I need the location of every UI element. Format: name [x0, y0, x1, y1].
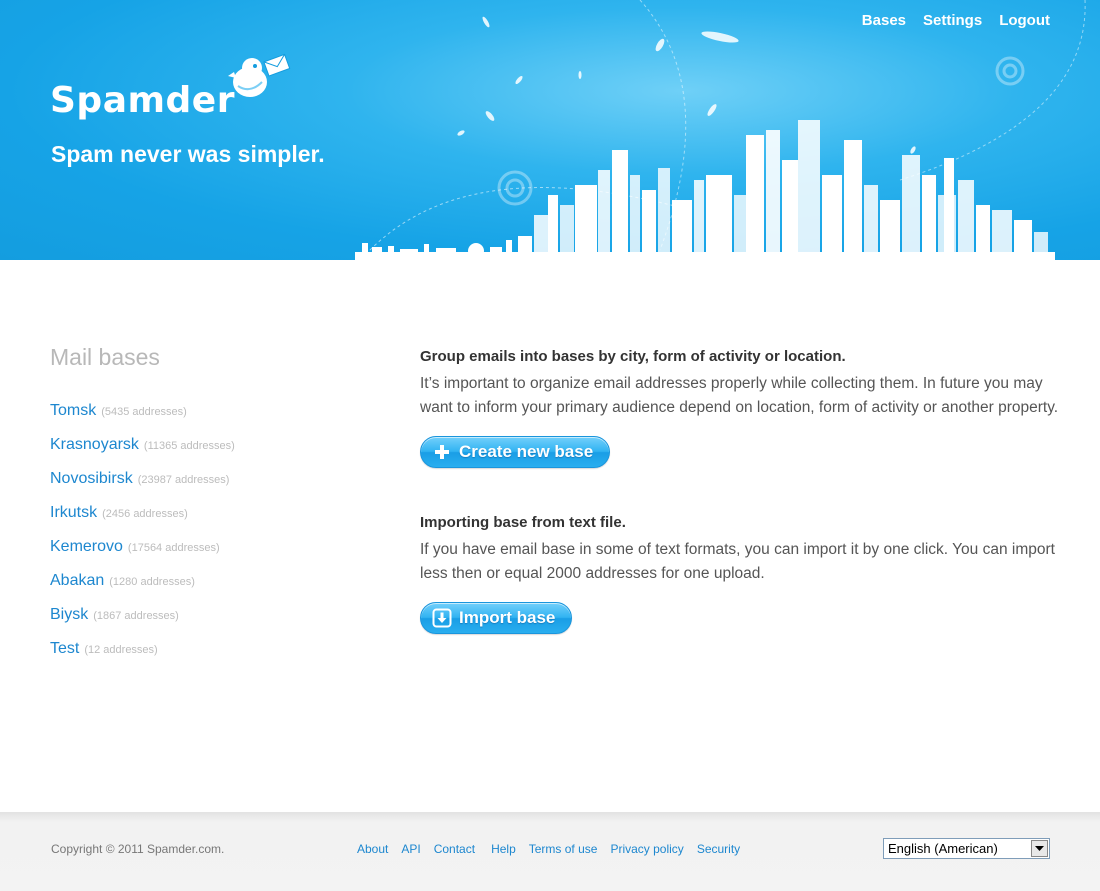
address-count: (5435 addresses) — [101, 406, 187, 418]
list-item: Irkutsk (2456 addresses) — [50, 504, 370, 538]
dropdown-arrow-icon[interactable] — [1031, 840, 1048, 857]
list-item: Test (12 addresses) — [50, 640, 370, 674]
nav-bases[interactable]: Bases — [862, 12, 906, 29]
footer-link-about[interactable]: About — [357, 842, 388, 856]
footer-link-privacy[interactable]: Privacy policy — [610, 842, 683, 856]
address-count: (11365 addresses) — [143, 440, 235, 452]
language-value: English (American) — [888, 841, 998, 856]
base-link-abakan[interactable]: Abakan — [50, 572, 104, 590]
footer-link-security[interactable]: Security — [697, 842, 740, 856]
base-link-novosibirsk[interactable]: Novosibirsk — [50, 470, 133, 488]
base-link-krasnoyarsk[interactable]: Krasnoyarsk — [50, 436, 139, 454]
footer-link-terms[interactable]: Terms of use — [529, 842, 598, 856]
footer-link-help[interactable]: Help — [491, 842, 516, 856]
footer-link-contact[interactable]: Contact — [434, 842, 475, 856]
download-icon — [431, 607, 453, 629]
import-base-label: Import base — [459, 608, 556, 627]
base-link-test[interactable]: Test — [50, 640, 79, 658]
group-description: It’s important to organize email address… — [420, 375, 1059, 416]
header-banner: Spamder Spam never was simpler. Bases Se… — [0, 0, 1100, 260]
nav-settings[interactable]: Settings — [923, 12, 982, 29]
plus-icon — [431, 441, 453, 463]
address-count: (2456 addresses) — [102, 508, 188, 520]
base-link-biysk[interactable]: Biysk — [50, 606, 88, 624]
bird-envelope-icon — [228, 53, 291, 97]
logo-text[interactable]: Spamder — [50, 80, 235, 121]
list-item: Krasnoyarsk (11365 addresses) — [50, 436, 370, 470]
list-item: Tomsk (5435 addresses) — [50, 402, 370, 436]
copyright-text: Copyright © 2011 Spamder.com. — [51, 842, 225, 856]
nav-logout[interactable]: Logout — [999, 12, 1050, 29]
mail-bases-list: Tomsk (5435 addresses) Krasnoyarsk (1136… — [50, 402, 370, 674]
footer-link-api[interactable]: API — [401, 842, 420, 856]
import-heading: Importing base from text file. — [420, 514, 626, 531]
base-link-tomsk[interactable]: Tomsk — [50, 402, 96, 420]
list-item: Kemerovo (17564 addresses) — [50, 538, 370, 572]
import-description: If you have email base in some of text f… — [420, 541, 1055, 582]
top-navigation: Bases Settings Logout — [862, 12, 1050, 29]
main-content: Group emails into bases by city, form of… — [420, 348, 1060, 634]
language-select[interactable]: English (American) — [883, 838, 1050, 859]
sidebar-title: Mail bases — [50, 344, 160, 370]
city-skyline-illustration — [355, 0, 1086, 260]
base-link-irkutsk[interactable]: Irkutsk — [50, 504, 97, 522]
list-item: Biysk (1867 addresses) — [50, 606, 370, 640]
create-new-base-button[interactable]: Create new base — [420, 436, 611, 468]
address-count: (23987 addresses) — [137, 474, 230, 486]
footer-links: About API Contact Help Terms of use Priv… — [357, 842, 753, 856]
address-count: (1867 addresses) — [93, 610, 179, 622]
base-link-kemerovo[interactable]: Kemerovo — [50, 538, 123, 556]
address-count: (12 addresses) — [84, 644, 158, 656]
list-item: Abakan (1280 addresses) — [50, 572, 370, 606]
group-section: Group emails into bases by city, form of… — [420, 348, 1060, 468]
address-count: (17564 addresses) — [127, 542, 220, 554]
group-heading: Group emails into bases by city, form of… — [420, 348, 846, 365]
tagline: Spam never was simpler. — [51, 141, 325, 167]
import-base-button[interactable]: Import base — [420, 602, 573, 634]
import-section: Importing base from text file. If you ha… — [420, 514, 1060, 634]
sidebar: Mail bases Tomsk (5435 addresses) Krasno… — [50, 344, 370, 674]
address-count: (1280 addresses) — [109, 576, 195, 588]
create-new-base-label: Create new base — [459, 442, 594, 461]
list-item: Novosibirsk (23987 addresses) — [50, 470, 370, 504]
